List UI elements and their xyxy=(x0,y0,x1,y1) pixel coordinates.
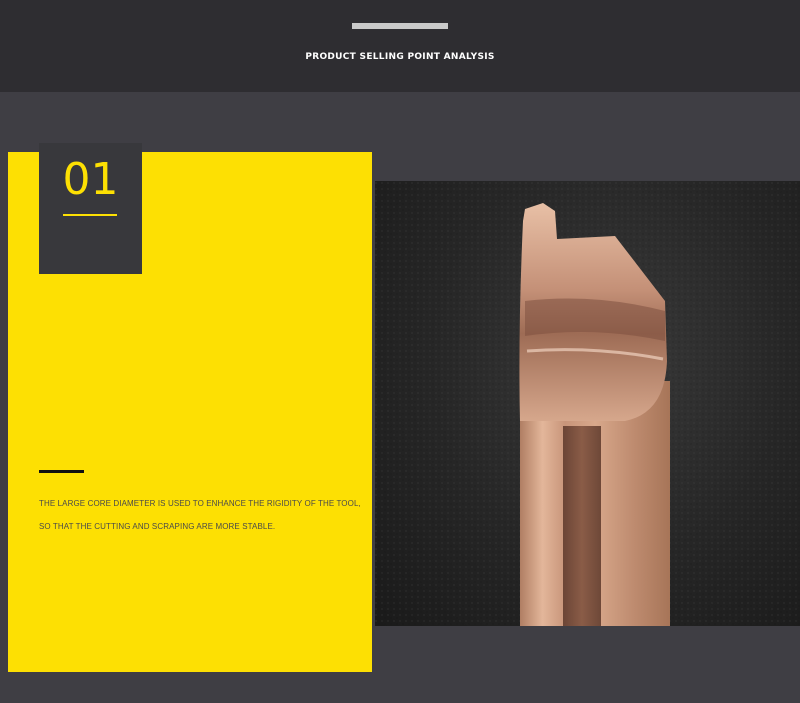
header-divider xyxy=(352,23,448,29)
feature-number-underline xyxy=(63,214,117,216)
page-title: PRODUCT SELLING POINT ANALYSIS xyxy=(305,52,495,62)
description-line: THE LARGE CORE DIAMETER IS USED TO ENHAN… xyxy=(39,499,361,508)
description-accent-bar xyxy=(39,470,84,473)
feature-number: 01 xyxy=(62,154,119,205)
feature-description: THE LARGE CORE DIAMETER IS USED TO ENHAN… xyxy=(39,492,369,538)
description-line: SO THAT THE CUTTING AND SCRAPING ARE MOR… xyxy=(39,522,276,531)
feature-number-badge: 01 xyxy=(39,143,142,274)
page-header: PRODUCT SELLING POINT ANALYSIS xyxy=(0,0,800,92)
product-photo xyxy=(375,181,800,626)
boring-tool-illustration xyxy=(375,181,800,626)
